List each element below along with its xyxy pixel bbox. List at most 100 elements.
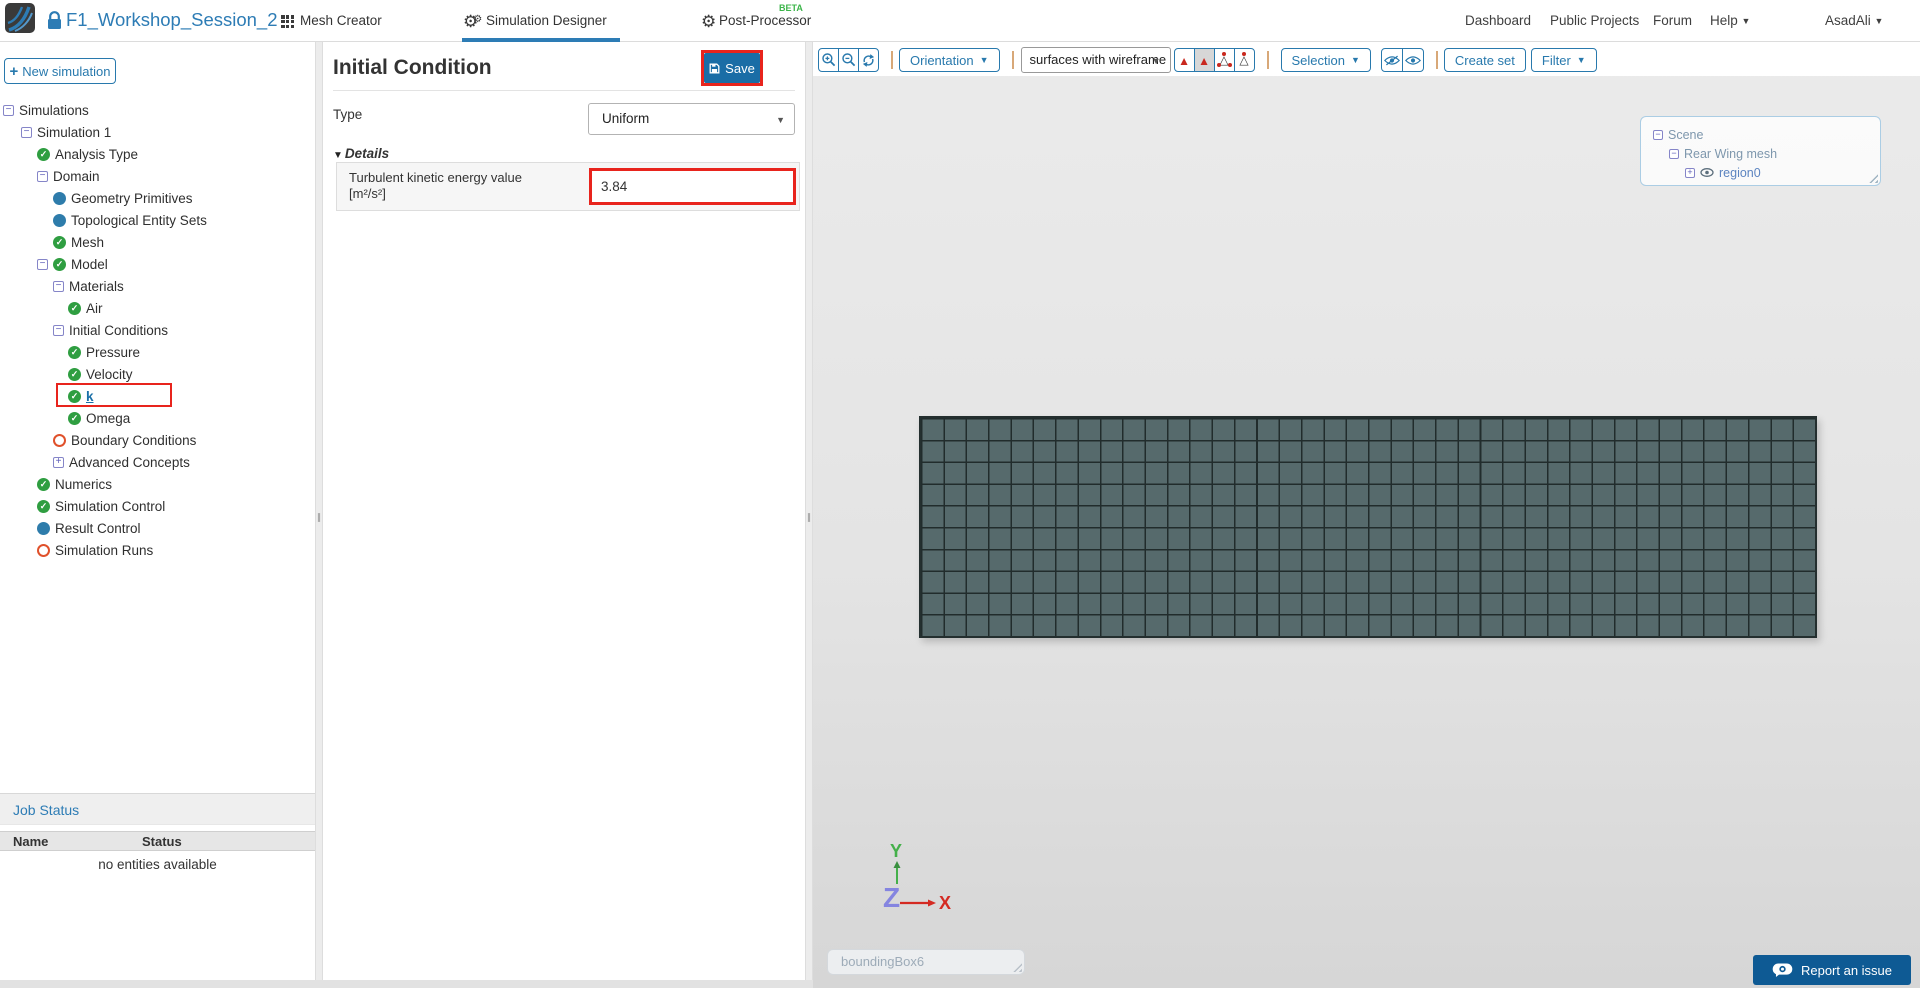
toolbar-separator [1435,51,1438,69]
job-status-title: Job Status [13,802,80,818]
sidebar-item-advanced-concepts[interactable]: + Advanced Concepts [0,451,315,473]
scene-item-rear-wing-mesh[interactable]: − Rear Wing mesh [1641,144,1880,163]
divider [333,90,795,91]
sidebar-item-geometry-primitives[interactable]: Geometry Primitives [0,187,315,209]
nav-forum[interactable]: Forum [1653,0,1692,42]
status-complete-icon [37,147,50,161]
sidebar-item-mesh[interactable]: Mesh [0,231,315,253]
chevron-down-icon: ▼ [1351,55,1360,65]
status-complete-icon [53,235,66,249]
sidebar-item-simulation-runs[interactable]: Simulation Runs [0,539,315,561]
render-mode-select[interactable]: surfaces with wireframe ▼ [1020,47,1171,73]
mesh-surface[interactable] [919,416,1817,638]
simscale-logo-icon[interactable] [5,3,35,33]
sidebar-item-simulation-control[interactable]: Simulation Control [0,495,315,517]
scene-item-region0[interactable]: + region0 [1641,163,1880,182]
selection-dropdown[interactable]: Selection ▼ [1280,48,1371,72]
sidebar-item-numerics[interactable]: Numerics [0,473,315,495]
sidebar-item-model[interactable]: − Model [0,253,315,275]
viewport-toolbar: Orientation▼ surfaces with wireframe ▼ S… [818,47,1597,73]
tab-mesh-creator[interactable]: Mesh Creator [300,0,382,42]
status-complete-icon [53,257,66,271]
zoom-in-icon [821,53,835,67]
show-selection-button[interactable] [1401,48,1424,72]
tree-item-label: Result Control [55,520,141,536]
sidebar-item-simulation-1[interactable]: − Simulation 1 [0,121,315,143]
sidebar-item-omega[interactable]: Omega [0,407,315,429]
collapse-icon[interactable]: − [53,280,64,292]
viewport-3d[interactable]: Orientation▼ surfaces with wireframe ▼ S… [813,42,1920,988]
zoom-out-button[interactable] [838,48,859,72]
tab-simulation-designer[interactable]: Simulation Designer [486,0,607,42]
sidebar-item-result-control[interactable]: Result Control [0,517,315,539]
collapse-icon[interactable]: − [37,258,48,270]
eye-icon[interactable] [1700,168,1714,177]
zoom-in-button[interactable] [818,48,839,72]
plus-icon: + [9,62,19,80]
tree-item-label: Model [71,256,108,272]
zoom-out-icon [841,53,855,67]
new-simulation-button[interactable]: + New simulation [4,58,116,84]
mesh-quality-nodes-button[interactable] [1213,48,1235,72]
report-issue-button[interactable]: Report an issue [1753,955,1911,985]
collapse-icon[interactable]: − [37,170,48,182]
filter-dropdown[interactable]: Filter ▼ [1530,48,1597,72]
sidebar-item-analysis-type[interactable]: Analysis Type [0,143,315,165]
scene-tree-panel: − Scene − Rear Wing mesh + region0 [1640,116,1881,186]
sidebar-item-k[interactable]: k [0,383,315,407]
nav-public-projects[interactable]: Public Projects [1550,0,1639,42]
scene-item-scene[interactable]: − Scene [1641,125,1880,144]
turbulent-kinetic-energy-input[interactable] [589,168,796,205]
type-select[interactable]: Uniform ▼ [588,103,795,135]
tree-item-label: Simulation Control [55,498,166,514]
triangle-vertex-icon [1237,52,1252,68]
mesh-quality-solid-button[interactable] [1173,48,1195,72]
resize-handle-icon[interactable] [1012,962,1022,972]
status-incomplete-icon [37,543,50,557]
mesh-quality-surface-button[interactable] [1193,48,1215,72]
eye-icon [1404,55,1421,65]
save-button[interactable]: Save [704,53,760,83]
sidebar-item-velocity[interactable]: Velocity [0,363,315,385]
mesh-quality-vertex-button[interactable] [1233,48,1255,72]
sidebar-item-topological-entity-sets[interactable]: Topological Entity Sets [0,209,315,231]
tree-item-label: Pressure [86,344,141,360]
sidebar-item-materials[interactable]: − Materials [0,275,315,297]
collapse-icon[interactable]: − [1669,148,1679,159]
collapse-icon[interactable]: − [53,324,64,336]
status-complete-icon [68,367,81,381]
expand-icon[interactable]: + [1685,167,1695,178]
sidebar-item-simulations[interactable]: − Simulations [0,99,315,121]
sidebar-item-initial-conditions[interactable]: − Initial Conditions [0,319,315,341]
bounding-box-chip[interactable]: boundingBox6 [827,949,1025,975]
tree-item-label: Simulations [19,102,89,118]
details-section: Turbulent kinetic energy value [m²/s²] [336,162,800,211]
scene-tree: − Scene − Rear Wing mesh + region0 [1641,125,1880,182]
scene-item-label: region0 [1719,165,1761,180]
expand-icon[interactable]: + [53,456,64,468]
save-button-highlight: Save [701,50,763,86]
tree-item-label: Mesh [71,234,105,250]
panel-resize-handle[interactable] [805,42,813,980]
sidebar-item-boundary-conditions[interactable]: Boundary Conditions [0,429,315,451]
sidebar-resize-handle[interactable] [315,42,323,980]
nav-dashboard[interactable]: Dashboard [1465,0,1531,42]
field-unit: [m²/s²] [349,186,386,201]
collapse-icon[interactable]: − [1653,129,1663,140]
collapse-icon[interactable]: − [21,126,32,138]
collapse-icon[interactable]: − [3,104,14,116]
user-menu[interactable]: AsadAli ▼ [1825,0,1883,42]
tree-item-label: Numerics [55,476,113,492]
tree-item-label: Air [86,300,103,316]
create-set-button[interactable]: Create set [1443,48,1526,72]
refresh-view-button[interactable] [858,48,879,72]
details-toggle[interactable]: ▼ Details [333,146,389,161]
sidebar-item-domain[interactable]: − Domain [0,165,315,187]
hide-selection-button[interactable] [1380,48,1403,72]
sidebar-item-pressure[interactable]: Pressure [0,341,315,363]
orientation-dropdown[interactable]: Orientation ▼ [899,48,1000,72]
sidebar-item-air[interactable]: Air [0,297,315,319]
help-menu[interactable]: Help ▼ [1710,0,1750,42]
status-complete-icon [68,345,81,359]
triangle-down-icon: ▼ [333,150,343,161]
